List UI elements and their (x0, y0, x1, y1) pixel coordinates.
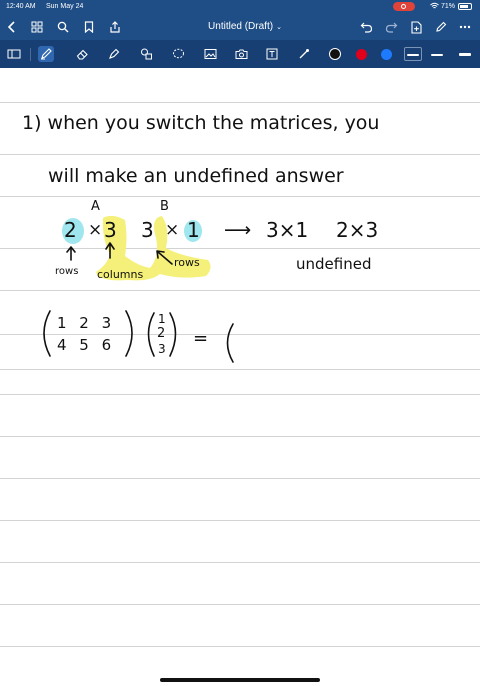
wifi-icon (430, 2, 439, 12)
result-left-paren (226, 323, 234, 363)
ruled-line (0, 436, 480, 437)
matrix-left-paren (43, 310, 51, 357)
image-tool-icon[interactable] (202, 46, 218, 62)
toolbar-divider (30, 48, 31, 61)
stroke-thick-icon[interactable] (459, 53, 471, 56)
document-title-text: Untitled (Draft) (208, 21, 274, 32)
tool-bar (0, 40, 480, 68)
ruled-line (0, 646, 480, 647)
view-mode-icon[interactable] (6, 46, 22, 62)
ruled-line (0, 520, 480, 521)
ruled-line (0, 478, 480, 479)
undo-icon[interactable] (358, 19, 374, 35)
edit-icon[interactable] (433, 19, 449, 35)
color-swatch-red[interactable] (356, 49, 367, 60)
color-swatch-blue[interactable] (381, 49, 392, 60)
battery-icon (458, 3, 472, 10)
note-page[interactable]: 1) when you switch the matrices, you wil… (0, 68, 480, 686)
stroke-thin-icon (407, 54, 419, 56)
redo-icon[interactable] (383, 19, 399, 35)
status-bar: 12:40 AM Sun May 24 71% (0, 0, 480, 14)
ruled-line (0, 604, 480, 605)
add-page-icon[interactable] (408, 19, 424, 35)
chevron-left-icon[interactable] (4, 19, 20, 35)
vector-left-paren (147, 312, 155, 357)
stroke-medium-icon[interactable] (431, 54, 443, 56)
highlighter-tool-icon[interactable] (106, 46, 122, 62)
pen-tool-icon[interactable] (38, 46, 54, 62)
shapes-tool-icon[interactable] (138, 46, 154, 62)
laser-pointer-icon[interactable] (296, 46, 312, 62)
camera-tool-icon[interactable] (233, 46, 249, 62)
vector-entry-1: 1 (158, 312, 166, 326)
lasso-tool-icon[interactable] (170, 46, 186, 62)
search-icon[interactable] (55, 19, 71, 35)
matrix-row-1: 1 2 3 (57, 314, 116, 332)
home-indicator (160, 678, 320, 682)
matrix-right-paren (125, 310, 133, 357)
matrix-row-2: 4 5 6 (57, 336, 116, 354)
more-icon[interactable] (457, 19, 473, 35)
status-time: 12:40 AM (6, 3, 36, 10)
screen-record-icon[interactable] (393, 2, 415, 11)
nav-bar: Untitled (Draft) ⌄ (0, 14, 480, 40)
eraser-tool-icon[interactable] (74, 46, 90, 62)
color-swatch-black[interactable] (329, 48, 341, 60)
chevron-down-icon: ⌄ (276, 24, 282, 31)
status-date: Sun May 24 (46, 3, 84, 10)
bookmark-icon[interactable] (81, 19, 97, 35)
battery-percent: 71% (441, 3, 456, 10)
grid-icon[interactable] (29, 19, 45, 35)
ruled-line (0, 562, 480, 563)
document-title[interactable]: Untitled (Draft) ⌄ (200, 21, 290, 32)
vector-right-paren (169, 312, 177, 357)
vector-entry-3: 3 (158, 342, 166, 356)
share-icon[interactable] (107, 19, 123, 35)
vector-entry-2: 2 (157, 326, 166, 341)
text-tool-icon[interactable] (264, 46, 280, 62)
ruled-line (0, 394, 480, 395)
equals-sign: = (193, 328, 209, 349)
